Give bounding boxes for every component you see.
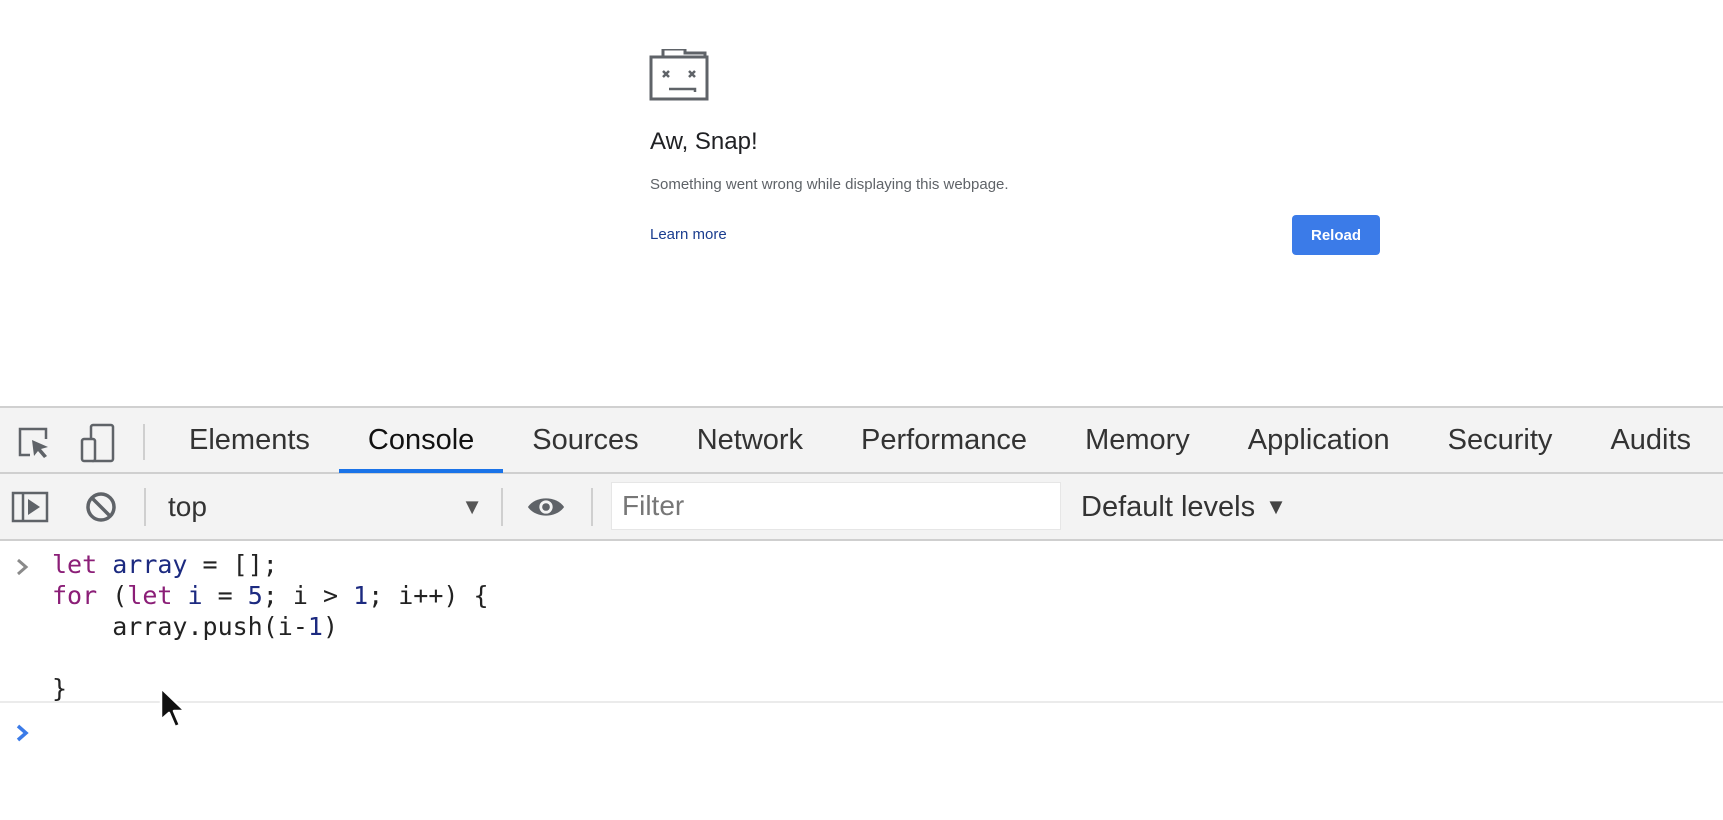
device-toolbar-icon[interactable] <box>78 423 118 463</box>
code-line: } <box>52 674 68 703</box>
devtools-panel: Elements Console Sources Network Perform… <box>0 406 1723 820</box>
context-label: top <box>168 491 207 522</box>
console-input-line[interactable] <box>0 703 1723 763</box>
devtools-tab-bar: Elements Console Sources Network Perform… <box>0 406 1723 474</box>
tab-console[interactable]: Console <box>338 408 504 473</box>
prompt-chevron-icon <box>16 724 29 742</box>
toolbar-separator <box>144 488 146 526</box>
code-line: for (let i = 5; i > 1; i++) { <box>52 581 489 610</box>
tab-sources[interactable]: Sources <box>503 408 667 472</box>
console-output[interactable]: let array = []; for (let i = 5; i > 1; i… <box>0 541 1723 820</box>
log-levels-dropdown[interactable]: Default levels ▼ <box>1081 488 1287 526</box>
filter-input[interactable] <box>611 482 1061 530</box>
show-sidebar-icon[interactable] <box>10 487 50 527</box>
prompt-chevron-icon <box>17 558 29 576</box>
eye-icon[interactable] <box>526 487 566 527</box>
crashed-page: Aw, Snap! Something went wrong while dis… <box>0 0 1723 406</box>
context-selector[interactable]: top ▼ <box>168 488 483 526</box>
clear-console-icon[interactable] <box>81 487 121 527</box>
devtools-tabs: Elements Console Sources Network Perform… <box>160 408 1720 473</box>
tab-security[interactable]: Security <box>1419 408 1582 472</box>
mouse-cursor-icon <box>159 686 187 729</box>
reload-button[interactable]: Reload <box>1292 215 1380 255</box>
toolbar-separator <box>501 488 503 526</box>
chevron-down-icon: ▼ <box>1265 494 1287 519</box>
levels-label: Default levels <box>1081 490 1256 523</box>
console-toolbar: top ▼ Default levels ▼ <box>0 474 1723 541</box>
code-line: array.push(i-1) <box>52 612 338 641</box>
entry-code: let array = []; for (let i = 5; i > 1; i… <box>52 549 489 704</box>
toolbar-separator <box>591 488 593 526</box>
inspect-element-icon[interactable] <box>14 423 54 463</box>
tab-elements[interactable]: Elements <box>160 408 339 472</box>
toolbar-separator <box>143 424 145 460</box>
learn-more-link[interactable]: Learn more <box>650 226 727 243</box>
error-title: Aw, Snap! <box>650 128 758 155</box>
tab-network[interactable]: Network <box>668 408 832 472</box>
console-entry: let array = []; for (let i = 5; i > 1; i… <box>0 541 1723 703</box>
chevron-down-icon: ▼ <box>461 494 483 519</box>
tab-audits[interactable]: Audits <box>1581 408 1720 472</box>
tab-application[interactable]: Application <box>1219 408 1419 472</box>
tab-memory[interactable]: Memory <box>1056 408 1219 472</box>
code-line: let array = []; <box>52 550 278 579</box>
tab-performance[interactable]: Performance <box>832 408 1056 472</box>
sad-folder-icon <box>649 49 709 101</box>
error-description: Something went wrong while displaying th… <box>650 176 1009 193</box>
